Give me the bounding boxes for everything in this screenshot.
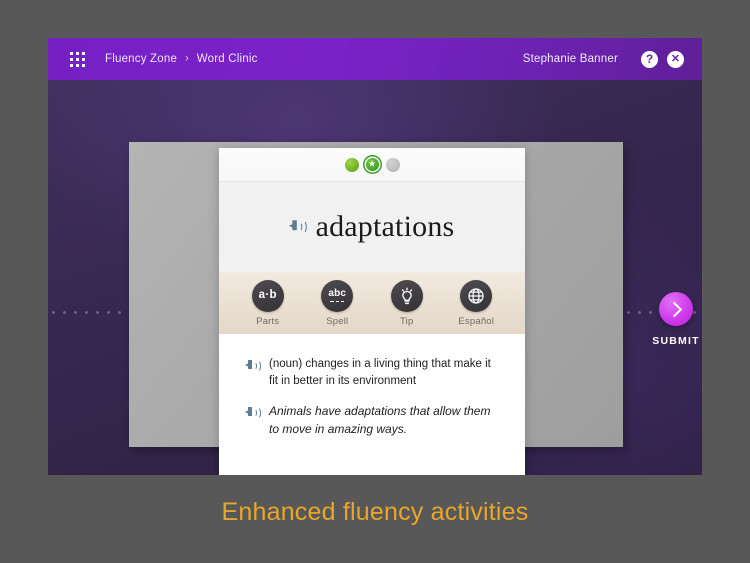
- abc-underlines: [330, 300, 345, 303]
- breadcrumb-item-fluency-zone[interactable]: Fluency Zone: [105, 53, 177, 65]
- progress-indicator: ★: [219, 148, 525, 182]
- grid-cell: [76, 63, 79, 67]
- submit-group: SUBMIT: [636, 292, 702, 347]
- speaker-icon[interactable]: [245, 359, 261, 372]
- submit-button[interactable]: [659, 292, 693, 326]
- user-name: Stephanie Banner: [522, 53, 618, 65]
- globe-icon: [460, 279, 493, 312]
- grid-cell: [70, 63, 73, 67]
- grid-apps-icon[interactable]: [70, 51, 85, 67]
- caption-text: Enhanced fluency activities: [221, 498, 529, 526]
- tool-espanol-label: Español: [458, 315, 495, 327]
- tool-spell-label: Spell: [326, 315, 349, 327]
- close-icon[interactable]: ✕: [667, 50, 684, 68]
- definition-area: (noun) changes in a living thing that ma…: [219, 334, 525, 438]
- word-tools-strip: a·b Parts abc Spell Tip Español: [219, 272, 525, 334]
- abc-glyph: abc: [328, 287, 347, 299]
- app-header: Fluency Zone › Word Clinic Stephanie Ban…: [48, 38, 702, 80]
- tool-spell[interactable]: abc Spell: [309, 279, 365, 327]
- grid-cell: [70, 51, 73, 55]
- word-display-area: adaptations: [219, 182, 525, 272]
- a-dot-b-glyph: a·b: [258, 288, 277, 301]
- word-card: ★ adaptations a·b Parts abc Spell Tip Es…: [219, 148, 525, 475]
- abc-icon: abc: [321, 279, 354, 312]
- progress-dotted-line-left: [48, 311, 133, 314]
- example-sentence-text: Animals have adaptations that allow them…: [269, 404, 491, 436]
- vocabulary-word: adaptations: [315, 210, 455, 243]
- app-window: Fluency Zone › Word Clinic Stephanie Ban…: [48, 38, 702, 475]
- breadcrumb: Fluency Zone › Word Clinic: [105, 52, 258, 66]
- help-icon[interactable]: ?: [641, 50, 658, 68]
- activity-stage: ★ adaptations a·b Parts abc Spell Tip Es…: [48, 80, 702, 475]
- progress-dot-2[interactable]: ★: [365, 158, 379, 171]
- speaker-icon[interactable]: [288, 219, 308, 236]
- a-dot-b-icon: a·b: [251, 279, 284, 312]
- submit-label: SUBMIT: [652, 335, 700, 347]
- example-row: Animals have adaptations that allow them…: [245, 403, 499, 438]
- definition-row: (noun) changes in a living thing that ma…: [245, 356, 499, 389]
- chevron-right-icon: [666, 301, 682, 317]
- star-icon: ★: [367, 158, 377, 169]
- tool-tip[interactable]: Tip: [379, 279, 435, 327]
- breadcrumb-separator-icon: ›: [185, 52, 189, 65]
- header-right-group: Stephanie Banner ? ✕: [522, 50, 684, 68]
- progress-dot-3[interactable]: [385, 157, 400, 172]
- tool-parts-label: Parts: [256, 315, 280, 327]
- grid-cell: [82, 63, 85, 67]
- tool-parts[interactable]: a·b Parts: [240, 279, 296, 327]
- tool-tip-label: Tip: [400, 315, 414, 327]
- grid-cell: [82, 51, 85, 55]
- speaker-icon[interactable]: [245, 406, 261, 419]
- progress-dot-1[interactable]: [344, 157, 359, 172]
- grid-cell: [76, 57, 79, 61]
- grid-cell: [70, 57, 73, 61]
- tool-espanol[interactable]: Español: [448, 279, 504, 327]
- grid-cell: [82, 57, 85, 61]
- grid-cell: [76, 51, 79, 55]
- definition-text: (noun) changes in a living thing that ma…: [269, 358, 491, 387]
- breadcrumb-item-word-clinic[interactable]: Word Clinic: [197, 53, 258, 65]
- lightbulb-icon: [390, 279, 423, 312]
